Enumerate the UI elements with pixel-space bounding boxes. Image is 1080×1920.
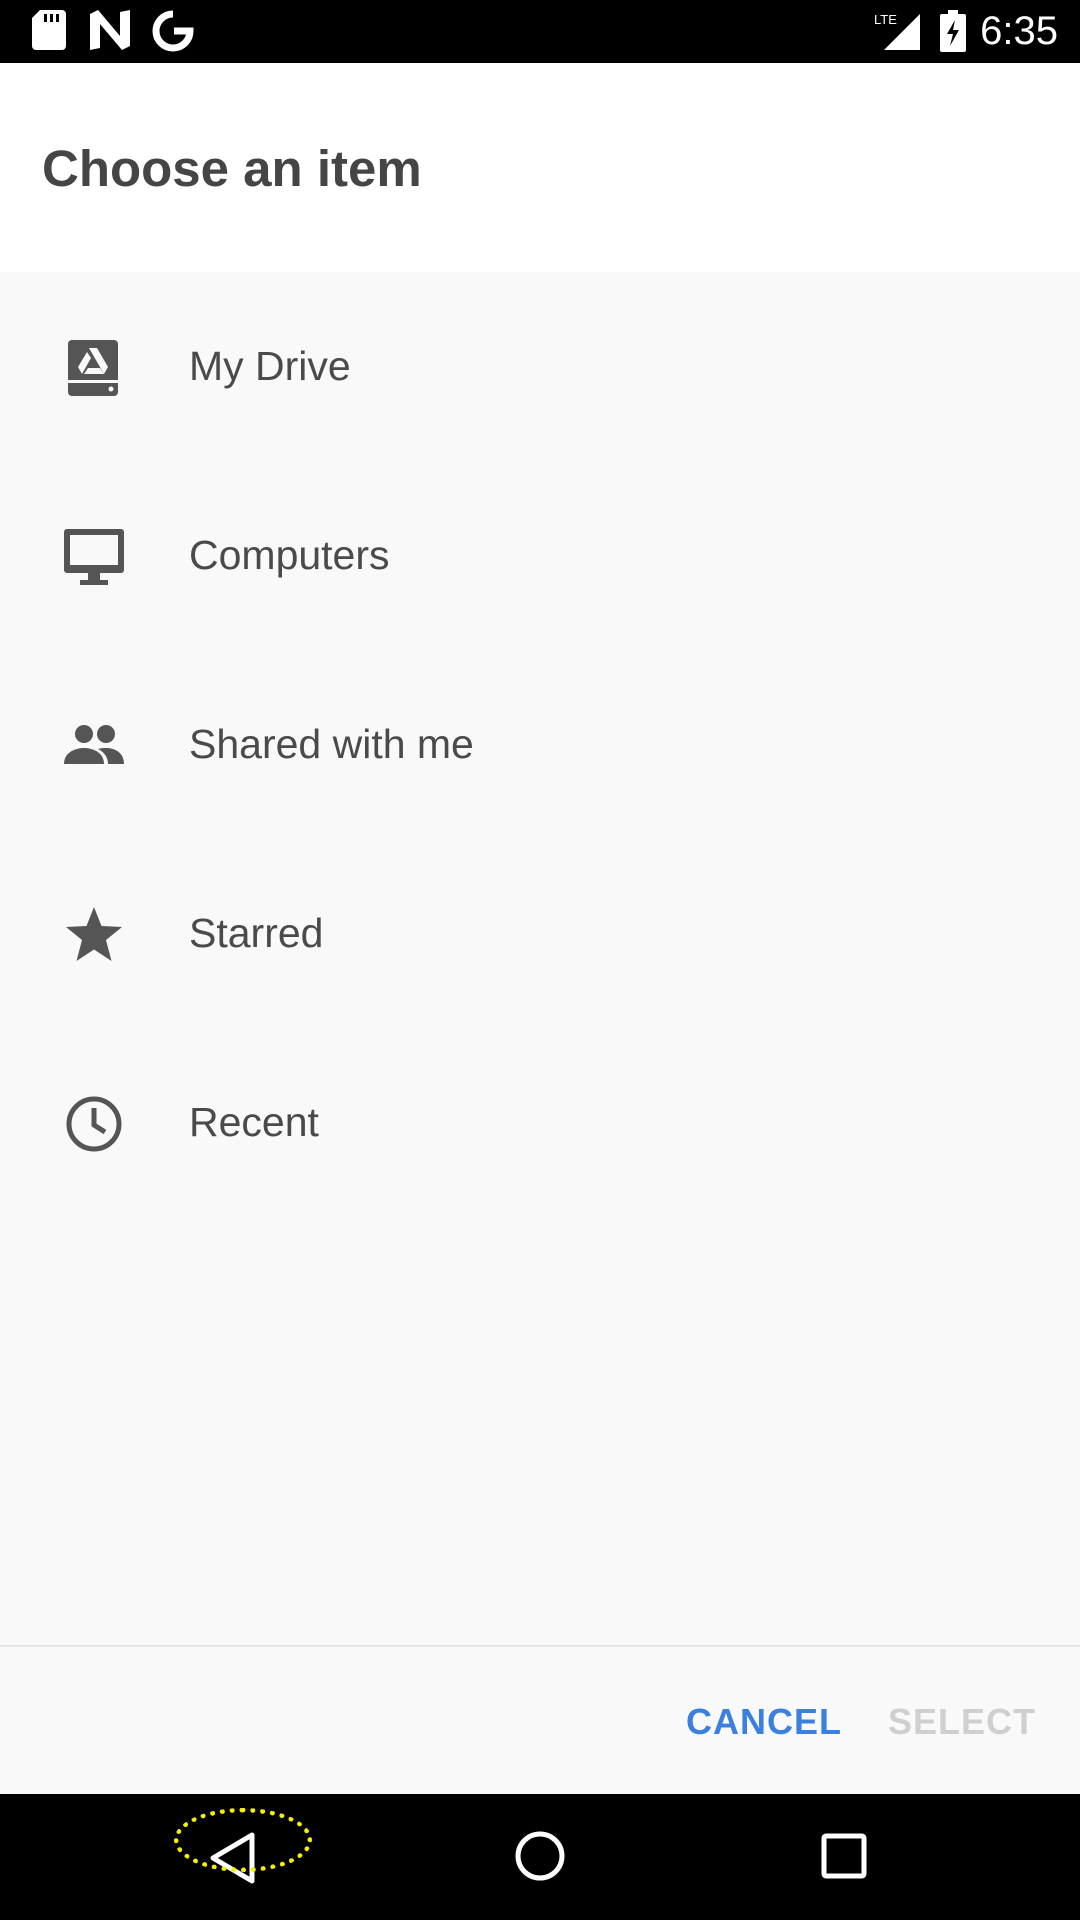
list-item-label: My Drive (189, 343, 351, 389)
list-item-label: Recent (189, 1099, 319, 1145)
drive-icon (62, 336, 126, 400)
list-item-label: Computers (189, 532, 390, 578)
clock-icon (62, 1092, 126, 1156)
status-bar: LTE 6:35 (0, 0, 1080, 63)
signal-icon: LTE (874, 12, 922, 57)
people-icon (62, 714, 126, 778)
list-item-computers[interactable]: Computers (0, 461, 1080, 650)
network-type-label: LTE (874, 12, 897, 27)
star-icon (62, 903, 126, 967)
back-icon[interactable] (208, 1832, 258, 1884)
location-list: My Drive Computers Shared with me Starre… (0, 272, 1080, 1217)
home-icon[interactable] (514, 1830, 566, 1882)
clock: 6:35 (980, 9, 1058, 53)
recents-icon[interactable] (820, 1832, 868, 1880)
list-item-label: Starred (189, 910, 324, 956)
list-item-label: Shared with me (189, 721, 474, 767)
dialog-footer: CANCEL SELECT (0, 1645, 1080, 1794)
computer-icon (62, 525, 126, 589)
list-item-starred[interactable]: Starred (0, 839, 1080, 1028)
cancel-button[interactable]: CANCEL (686, 1647, 842, 1796)
n-notification-icon (90, 10, 130, 55)
dialog-header: Choose an item (0, 63, 1080, 272)
list-item-shared-with-me[interactable]: Shared with me (0, 650, 1080, 839)
navigation-bar (0, 1794, 1080, 1920)
list-item-my-drive[interactable]: My Drive (0, 272, 1080, 461)
list-item-recent[interactable]: Recent (0, 1028, 1080, 1217)
sd-card-icon (32, 10, 66, 55)
battery-charging-icon (940, 10, 966, 57)
google-icon (152, 10, 194, 57)
dialog-title: Choose an item (42, 140, 422, 197)
select-button[interactable]: SELECT (888, 1647, 1036, 1796)
